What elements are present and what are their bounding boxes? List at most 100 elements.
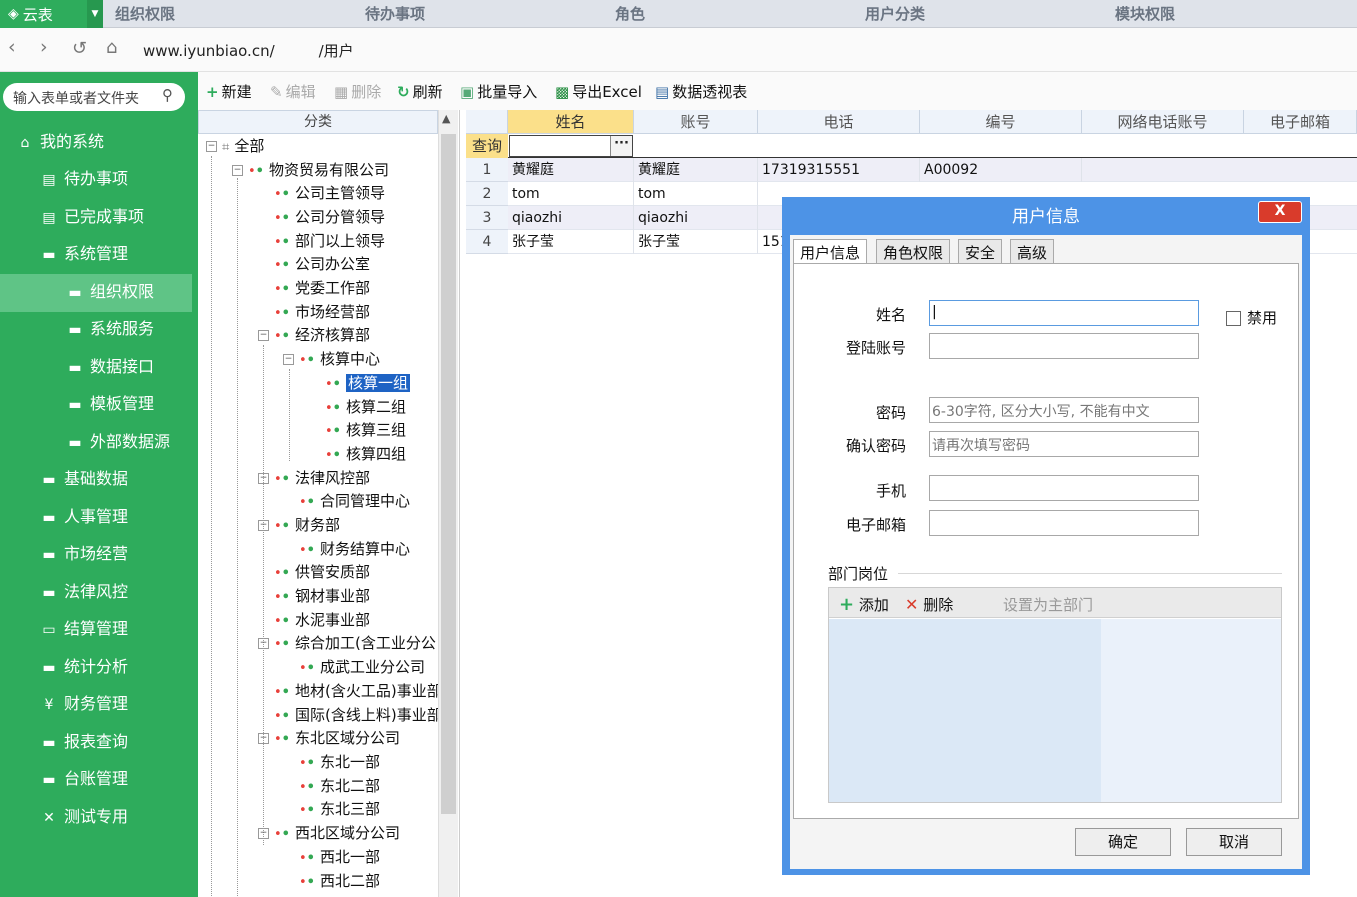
disable-checkbox[interactable]: 禁用 [1226,307,1277,328]
tab-advanced[interactable]: 高级 [1010,239,1055,265]
tree-node-selected[interactable]: •• 核算一组 [325,372,410,394]
chevron-down-icon[interactable]: ▼ [87,0,103,28]
checkbox-box[interactable] [1226,311,1241,326]
tree-node[interactable]: •• 公司主管领导 [274,182,385,204]
cell-name[interactable]: tom [508,182,634,206]
cell-code[interactable]: A00092 [920,158,1082,182]
tree-node[interactable]: − •• 法律风控部 [258,467,370,489]
scroll-thumb[interactable] [441,134,456,814]
dept-add-button[interactable]: + 添加 [839,594,889,615]
tree-node[interactable]: •• 供管安质部 [274,561,370,583]
export-excel-button[interactable]: ▩ 导出Excel [555,81,642,102]
tab-role[interactable]: 角色 [615,0,645,28]
tree-node[interactable]: − •• 核算中心 [283,348,380,370]
pivot-table-button[interactable]: ▤ 数据透视表 [655,81,747,102]
batch-import-button[interactable]: ▣ 批量导入 [460,81,537,102]
email-input[interactable] [929,510,1199,536]
column-header-voip[interactable]: 网络电话账号 [1082,110,1244,134]
cell-name[interactable]: 黄耀庭 [508,158,634,182]
reload-icon[interactable]: ↺ [72,38,87,59]
sidebar-item-report-query[interactable]: ▬ 报表查询 [38,724,128,760]
set-main-dept-button[interactable]: 设置为主部门 [1003,594,1093,615]
tree-node[interactable]: •• 西北一部 [299,846,380,868]
tree-node[interactable]: − •• 经济核算部 [258,324,370,346]
mobile-input[interactable] [929,475,1199,501]
cell-name[interactable]: qiaozhi [508,206,634,230]
tree-node[interactable]: •• 核算二组 [325,396,406,418]
tree-node[interactable]: •• 市场经营部 [274,301,370,323]
home-icon[interactable]: ⌂ [106,37,117,58]
column-header-code[interactable]: 编号 [920,110,1082,134]
tree-node[interactable]: •• 西北二部 [299,870,380,892]
tree-node[interactable]: •• 地材(含火工品)事业部 [274,680,438,702]
collapse-icon[interactable]: − [232,165,243,176]
password-input[interactable]: 6-30字符, 区分大小写, 不能有中文 [929,397,1199,423]
dept-list[interactable] [829,619,1101,802]
collapse-icon[interactable]: − [283,354,294,365]
collapse-icon[interactable]: − [258,520,269,531]
tree-node[interactable]: •• 国际(含线上料)事业部 [274,704,438,726]
sidebar-item-test[interactable]: ✕ 测试专用 [38,799,128,835]
sidebar-item-statistics[interactable]: ▬ 统计分析 [38,649,128,685]
app-menu-button[interactable]: ◈ 云表 ▼ [0,0,103,28]
sidebar-item-ledger[interactable]: ▬ 台账管理 [38,761,128,797]
cell-account[interactable]: tom [634,182,758,206]
sidebar-item-todo[interactable]: ▤ 待办事项 [38,161,128,197]
tree-node[interactable]: − •• 财务部 [258,514,340,536]
sidebar-item-system-service[interactable]: ▬ 系统服务 [64,311,154,347]
scroll-up-icon[interactable]: ▲ [442,112,450,125]
query-name-input[interactable]: ··· [509,135,633,157]
sidebar-item-system-manage[interactable]: ▬ 系统管理 [38,236,128,272]
cell-account[interactable]: 张子莹 [634,230,758,254]
sidebar-item-market[interactable]: ▬ 市场经营 [38,536,128,572]
sidebar-item-external-datasource[interactable]: ▬ 外部数据源 [64,424,170,460]
url-field[interactable]: www.iyunbiao.cn/ /用户 [143,40,354,61]
sidebar-item-data-interface[interactable]: ▬ 数据接口 [64,349,154,385]
tree-node[interactable]: •• 东北二部 [299,775,380,797]
tree-node[interactable]: •• 核算三组 [325,419,406,441]
tree-node[interactable]: − •• 综合加工(含工业分公 [258,632,438,654]
column-header-account[interactable]: 账号 [634,110,758,134]
sidebar-item-done[interactable]: ▤ 已完成事项 [38,199,144,235]
sidebar-item-my-system[interactable]: ⌂ 我的系统 [14,124,104,160]
refresh-button[interactable]: ↻ 刷新 [397,81,443,102]
sidebar-item-hr[interactable]: ▬ 人事管理 [38,499,128,535]
dept-delete-button[interactable]: ✕ 删除 [905,594,953,615]
cell-name[interactable]: 张子莹 [508,230,634,254]
collapse-icon[interactable]: − [206,141,217,152]
tab-module-permission[interactable]: 模块权限 [1115,0,1175,28]
column-header-name[interactable]: 姓名 [508,110,634,134]
tree-node[interactable]: •• 财务结算中心 [299,538,410,560]
sidebar-search-input[interactable]: 输入表单或者文件夹 ⚲ [3,83,185,111]
cell-account[interactable]: qiaozhi [634,206,758,230]
delete-button[interactable]: ▦ 删除 [334,81,381,102]
tab-user-info[interactable]: 用户信息 [793,239,868,265]
tree-node[interactable]: •• 公司分管领导 [274,206,385,228]
tree-node[interactable]: •• 核算四组 [325,443,406,465]
cell-account[interactable]: 黄耀庭 [634,158,758,182]
tab-role-permission[interactable]: 角色权限 [876,239,951,265]
collapse-icon[interactable]: − [258,473,269,484]
sidebar-item-template-manage[interactable]: ▬ 模板管理 [64,386,154,422]
sidebar-item-finance[interactable]: ¥ 财务管理 [38,686,128,722]
tree-node[interactable]: − •• 物资贸易有限公司 [232,159,389,181]
tree-node[interactable]: − •• 东北区域分公司 [258,727,400,749]
tree-node[interactable]: •• 部门以上领导 [274,230,385,252]
tree-node-root[interactable]: − ⌗ 全部 [206,135,264,157]
forward-icon[interactable]: › [40,36,48,58]
name-input[interactable]: | [929,300,1199,326]
cell-phone[interactable]: 17319315551 [758,158,920,182]
tab-org-permission[interactable]: 组织权限 [115,0,175,28]
login-account-input[interactable] [929,333,1199,359]
new-button[interactable]: + 新建 [206,81,252,102]
tab-user-category[interactable]: 用户分类 [865,0,925,28]
tree-node[interactable]: •• 成武工业分公司 [299,656,425,678]
tree-node[interactable]: •• 东北三部 [299,798,380,820]
sidebar-item-legal-risk[interactable]: ▬ 法律风控 [38,574,128,610]
tree-node[interactable]: •• 水泥事业部 [274,609,370,631]
cancel-button[interactable]: 取消 [1186,828,1282,856]
column-header-email[interactable]: 电子邮箱 [1244,110,1357,134]
close-button[interactable]: X [1258,201,1302,223]
sidebar-item-basic-data[interactable]: ▬ 基础数据 [38,461,128,497]
search-icon[interactable]: ⚲ [162,86,173,104]
